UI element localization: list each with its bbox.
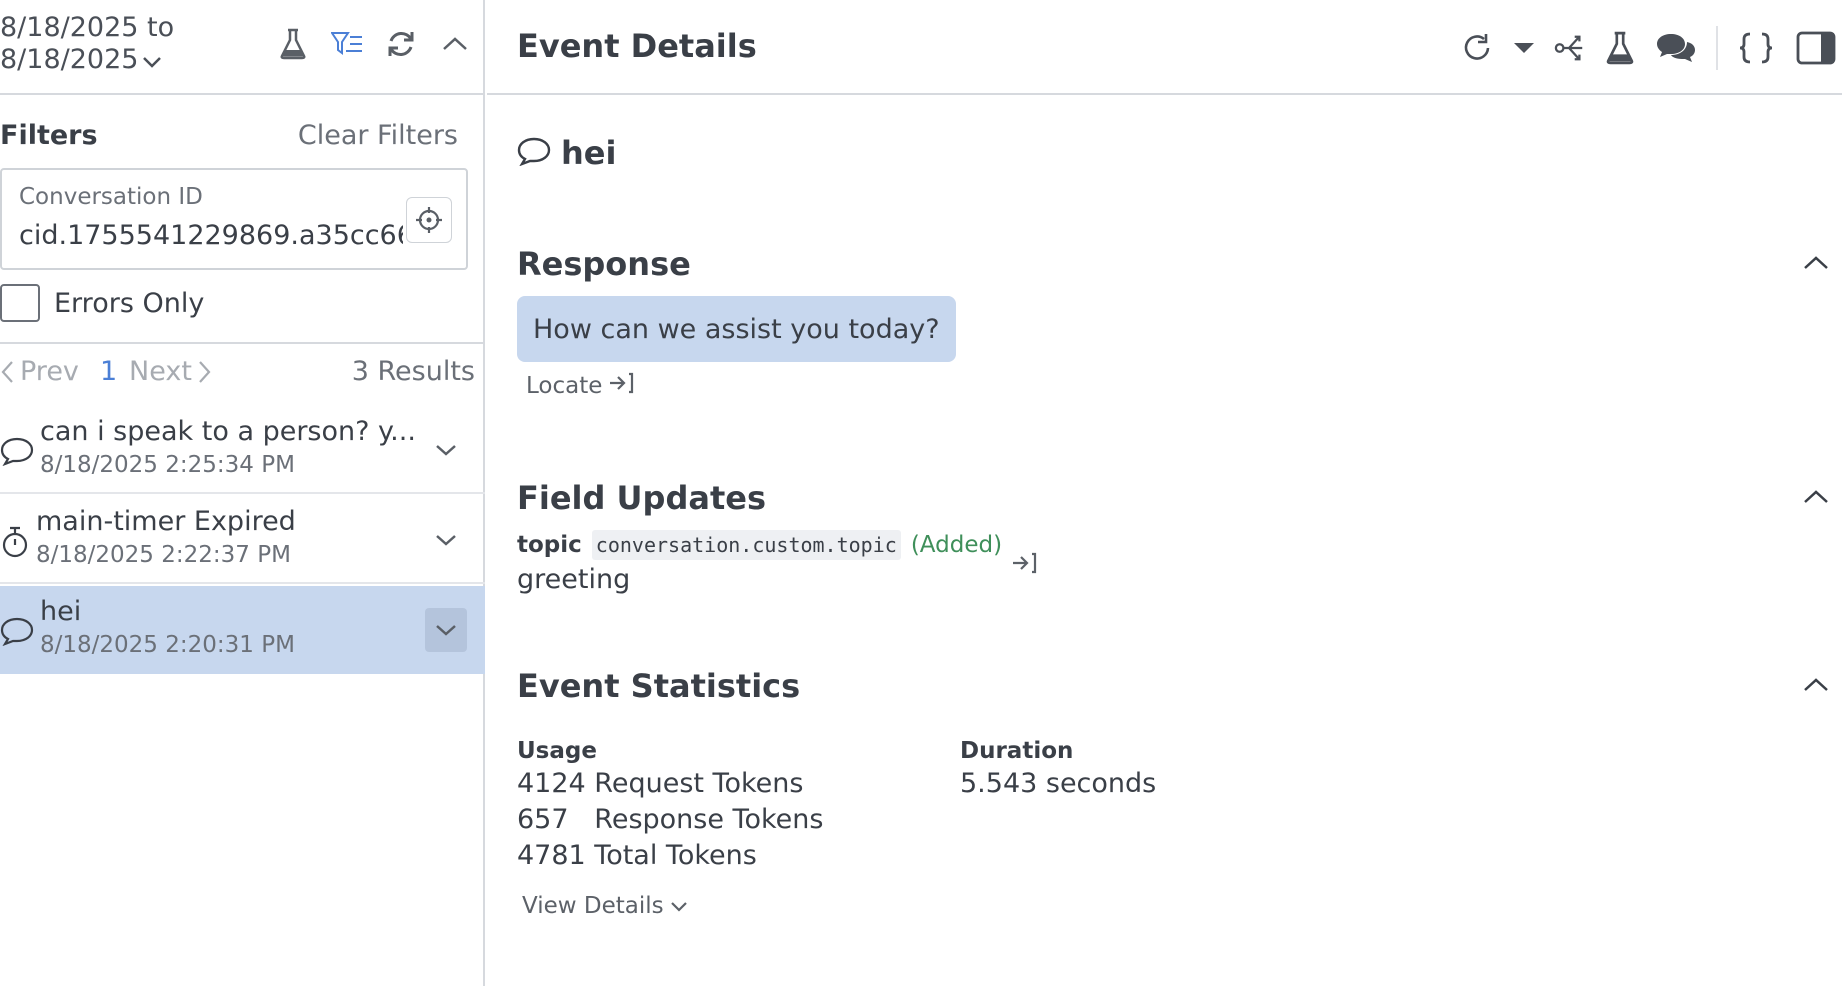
event-list-item-selected[interactable]: hei 8/18/2025 2:20:31 PM (0, 586, 485, 674)
event-details-panel: Event Details hei Response How can we as… (487, 0, 1842, 986)
branch-icon[interactable] (1554, 30, 1586, 66)
speech-bubble-icon (517, 136, 551, 170)
panel-title: Event Details (517, 27, 757, 65)
message-text: hei (561, 134, 617, 172)
conversation-id-label: Conversation ID (19, 184, 203, 210)
refresh-icon[interactable] (385, 26, 417, 62)
pagination: Prev 1 Next 3 Results (0, 356, 485, 392)
date-range-picker[interactable]: 8/18/2025 to 8/18/2025 (0, 12, 174, 77)
event-message: hei (517, 134, 616, 172)
sign-in-arrow-icon[interactable] (1011, 551, 1037, 579)
usage-label: Usage (517, 738, 597, 764)
event-title: main-timer Expired (36, 506, 296, 537)
code-braces-icon[interactable] (1736, 30, 1776, 66)
chevron-up-icon[interactable] (1800, 481, 1832, 513)
event-title: hei (40, 596, 82, 627)
next-page-label: Next (129, 356, 192, 387)
event-time: 8/18/2025 2:25:34 PM (40, 452, 295, 478)
date-range-start: 8/18/2025 to (0, 12, 175, 43)
errors-only-label: Errors Only (54, 287, 205, 319)
left-panel: 8/18/2025 to 8/18/2025 Filters Clear Fil… (0, 0, 485, 986)
page-number[interactable]: 1 (100, 356, 117, 387)
sidebar-toggle-icon[interactable] (1794, 30, 1838, 66)
chevron-down-icon (670, 893, 688, 919)
locate-link[interactable]: Locate (526, 371, 634, 401)
right-header: Event Details (487, 0, 1842, 95)
stopwatch-icon (0, 526, 30, 562)
event-title: can i speak to a person? y... (40, 416, 416, 447)
view-details-button[interactable]: View Details (522, 893, 688, 919)
field-update-row: topic conversation.custom.topic (Added) (517, 530, 1002, 560)
event-list-item[interactable]: main-timer Expired 8/18/2025 2:22:37 PM (0, 496, 485, 584)
field-value: greeting (517, 564, 631, 595)
speech-bubble-icon (0, 616, 34, 650)
speech-bubble-icon (0, 436, 34, 470)
results-count: 3 Results (351, 356, 475, 387)
prev-page-label: Prev (20, 356, 79, 387)
sign-in-arrow-icon (608, 371, 634, 401)
response-bubble: How can we assist you today? (517, 296, 956, 362)
errors-only-row: Errors Only (0, 284, 204, 322)
clear-filters-button[interactable]: Clear Filters (298, 120, 458, 151)
response-title: Response (517, 245, 691, 283)
field-updates-title: Field Updates (517, 479, 766, 517)
chevron-up-icon[interactable] (1800, 669, 1832, 701)
chevron-down-icon[interactable] (425, 428, 467, 472)
chevron-up-icon[interactable] (1800, 247, 1832, 279)
chevron-left-icon (1, 360, 13, 383)
redo-icon[interactable] (1462, 30, 1494, 66)
toolbar-divider (1716, 26, 1718, 70)
event-time: 8/18/2025 2:20:31 PM (40, 632, 295, 658)
chevron-down-icon[interactable] (425, 518, 467, 562)
view-details-label: View Details (522, 893, 664, 919)
conversation-id-input[interactable]: cid.1755541229869.a35cc66 (19, 220, 403, 251)
chat-bubbles-icon[interactable] (1654, 30, 1698, 66)
event-list-item[interactable]: can i speak to a person? y... 8/18/2025 … (0, 406, 485, 494)
errors-only-checkbox[interactable] (0, 284, 40, 322)
filter-list-icon[interactable] (331, 26, 363, 62)
field-name: topic (517, 532, 582, 558)
response-tokens: 657 Response Tokens (517, 804, 824, 835)
total-tokens: 4781 Total Tokens (517, 840, 757, 871)
event-statistics-title: Event Statistics (517, 667, 801, 705)
chevron-down-icon[interactable] (425, 608, 467, 652)
locate-label: Locate (526, 373, 603, 399)
flask-icon[interactable] (1604, 30, 1636, 66)
duration-label: Duration (960, 738, 1074, 764)
chevron-up-icon[interactable] (439, 26, 471, 62)
duration-value: 5.543 seconds (960, 768, 1157, 799)
field-path: conversation.custom.topic (591, 530, 901, 560)
filters-title: Filters (0, 120, 98, 151)
left-header: 8/18/2025 to 8/18/2025 (0, 0, 485, 95)
divider (0, 342, 485, 344)
chevron-down-icon (142, 45, 162, 77)
event-time: 8/18/2025 2:22:37 PM (36, 542, 291, 568)
caret-down-icon[interactable] (1512, 30, 1536, 66)
flask-icon[interactable] (277, 26, 309, 62)
next-page-button[interactable]: Next (129, 356, 212, 387)
conversation-id-field[interactable]: Conversation ID cid.1755541229869.a35cc6… (0, 168, 468, 270)
request-tokens: 4124 Request Tokens (517, 768, 804, 799)
field-status-badge: (Added) (910, 532, 1003, 558)
prev-page-button[interactable]: Prev (0, 356, 79, 387)
crosshair-icon[interactable] (406, 197, 452, 243)
date-range-end: 8/18/2025 (0, 44, 139, 75)
chevron-right-icon (199, 360, 211, 383)
